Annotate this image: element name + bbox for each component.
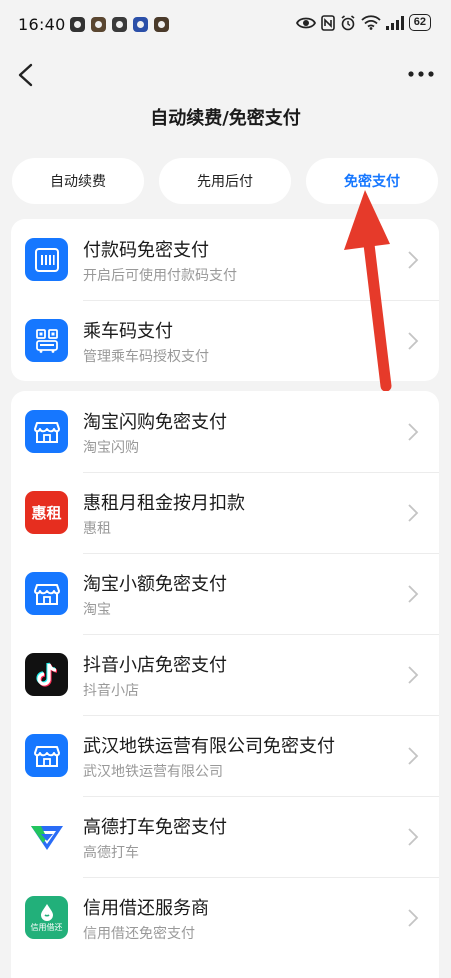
item-title: 淘宝闪购免密支付	[83, 412, 227, 433]
tab-pay-later[interactable]: 先用后付	[159, 158, 291, 204]
payment-code-icon	[25, 238, 68, 281]
item-subtitle: 武汉地铁运营有限公司	[83, 764, 223, 780]
notification-app-icon	[70, 17, 85, 32]
wifi-icon	[361, 15, 381, 30]
list-item[interactable]: 付款码免密支付 开启后可使用付款码支付	[11, 219, 439, 300]
chevron-right-icon	[408, 828, 419, 846]
list-item[interactable]: 信用借还 信用借还服务商 信用借还免密支付	[11, 877, 439, 958]
tab-password-free-payment[interactable]: 免密支付	[306, 158, 438, 204]
item-title: 乘车码支付	[83, 321, 173, 342]
chevron-right-icon	[408, 585, 419, 603]
store-icon	[25, 734, 68, 777]
list-item[interactable]: 武汉地铁运营有限公司免密支付 武汉地铁运营有限公司	[11, 715, 439, 796]
item-subtitle: 淘宝	[83, 602, 111, 618]
item-subtitle: 惠租	[83, 521, 111, 537]
list-item[interactable]: 淘宝小额免密支付 淘宝	[11, 553, 439, 634]
item-title: 武汉地铁运营有限公司免密支付	[83, 736, 335, 757]
notification-app-icon	[154, 17, 169, 32]
chevron-right-icon	[408, 423, 419, 441]
list-item[interactable]: 抖音小店免密支付 抖音小店	[11, 634, 439, 715]
store-icon	[25, 410, 68, 453]
alarm-icon	[341, 14, 355, 30]
page-title: 自动续费/免密支付	[150, 108, 301, 129]
notification-app-icon	[133, 17, 148, 32]
store-icon	[25, 572, 68, 615]
huizu-logo: 惠租	[25, 491, 68, 534]
eye-icon	[295, 17, 316, 28]
more-dots-icon[interactable]	[407, 66, 435, 82]
amap-logo	[25, 815, 68, 858]
item-title: 抖音小店免密支付	[83, 655, 227, 676]
notification-app-icon	[91, 17, 106, 32]
notification-app-icon	[112, 17, 127, 32]
item-subtitle: 开启后可使用付款码支付	[83, 268, 237, 284]
chevron-right-icon	[408, 666, 419, 684]
douyin-logo	[25, 653, 68, 696]
chevron-right-icon	[408, 504, 419, 522]
status-icons: 62	[295, 14, 431, 31]
signal-icon	[385, 15, 404, 30]
list-item[interactable]: 淘宝闪购免密支付 淘宝闪购	[11, 391, 439, 472]
merchant-list-card: 淘宝闪购免密支付 淘宝闪购 惠租 惠租月租金按月扣款 惠租 淘宝小额免密支付 淘…	[11, 391, 439, 978]
transit-code-icon	[25, 319, 68, 362]
status-time: 16:40	[18, 15, 66, 34]
battery-icon: 62	[408, 14, 431, 31]
item-subtitle: 管理乘车码授权支付	[83, 349, 209, 365]
item-subtitle: 高德打车	[83, 845, 139, 861]
item-title: 淘宝小额免密支付	[83, 574, 227, 595]
chevron-right-icon	[408, 909, 419, 927]
list-item[interactable]: 乘车码支付 管理乘车码授权支付	[11, 300, 439, 381]
nfc-icon	[320, 14, 335, 31]
item-subtitle: 抖音小店	[83, 683, 139, 699]
list-item[interactable]: 惠租 惠租月租金按月扣款 惠租	[11, 472, 439, 553]
item-subtitle: 淘宝闪购	[83, 440, 139, 456]
credit-borrow-logo: 信用借还	[25, 896, 68, 939]
item-title: 付款码免密支付	[83, 240, 209, 261]
chevron-right-icon	[408, 332, 419, 350]
tab-auto-renew[interactable]: 自动续费	[12, 158, 144, 204]
credit-borrow-logo-text: 信用借还	[30, 922, 63, 932]
payment-code-card: 付款码免密支付 开启后可使用付款码支付 乘车码支付 管理乘车码授权支付	[11, 219, 439, 381]
chevron-right-icon	[408, 747, 419, 765]
item-title: 惠租月租金按月扣款	[83, 493, 245, 514]
item-title: 高德打车免密支付	[83, 817, 227, 838]
status-bar: 16:40 62	[0, 0, 451, 50]
item-subtitle: 信用借还免密支付	[83, 926, 195, 942]
back-chevron-icon[interactable]	[14, 62, 38, 88]
item-title: 信用借还服务商	[83, 898, 209, 919]
list-item[interactable]: 高德打车免密支付 高德打车	[11, 796, 439, 877]
chevron-right-icon	[408, 251, 419, 269]
